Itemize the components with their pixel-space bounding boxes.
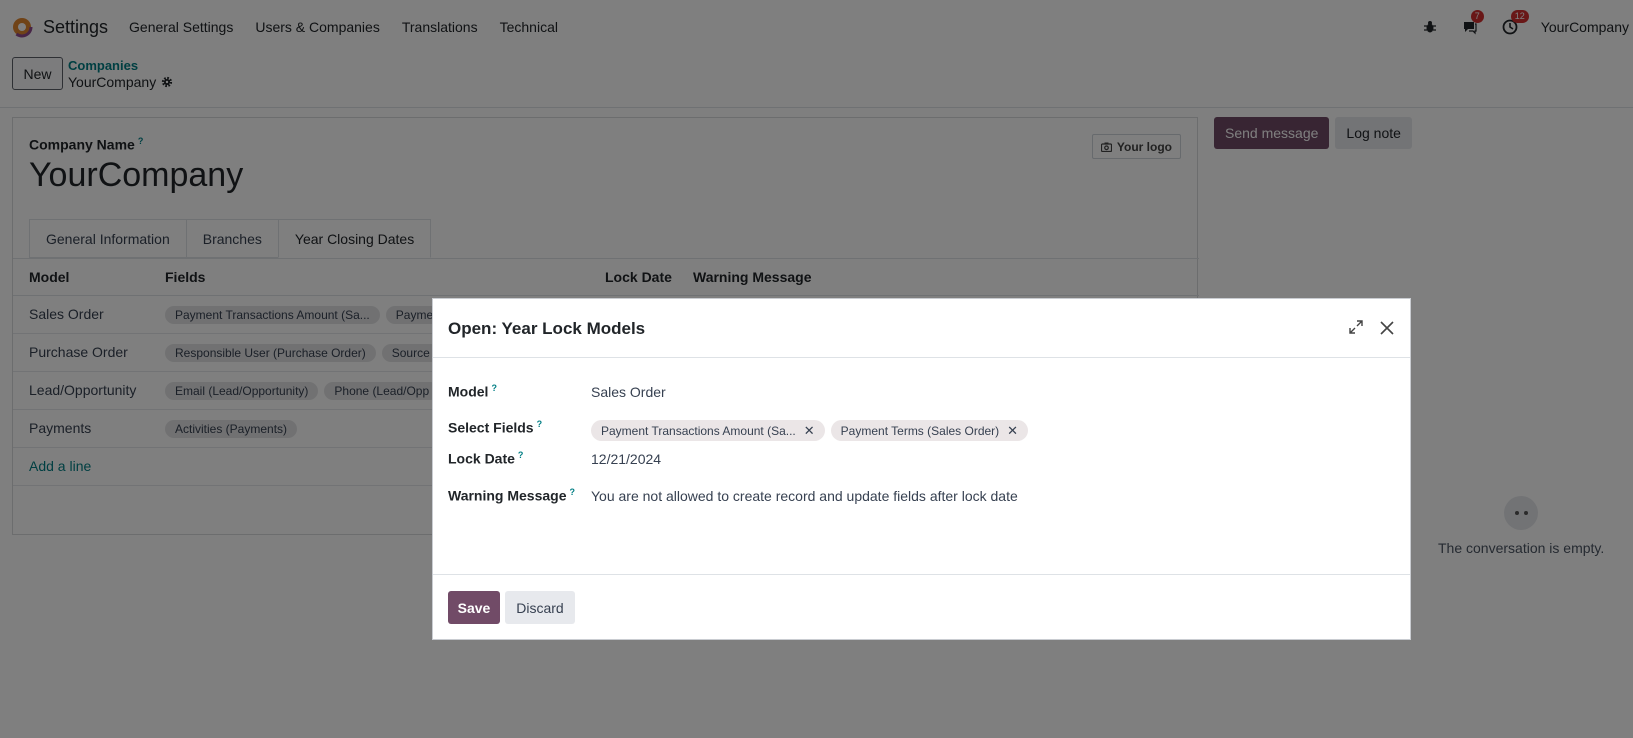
remove-tag-icon[interactable]: ✕ [804, 423, 815, 439]
discard-button[interactable]: Discard [505, 591, 575, 624]
selected-field-tag-label: Payment Terms (Sales Order) [840, 423, 1000, 438]
remove-tag-icon[interactable]: ✕ [1007, 423, 1018, 439]
help-tooltip[interactable]: ? [491, 383, 497, 393]
expand-icon [1349, 320, 1363, 334]
dialog-header: Open: Year Lock Models [433, 299, 1410, 358]
year-lock-dialog: Open: Year Lock Models Model? Sales Orde… [432, 298, 1411, 640]
dialog-title: Open: Year Lock Models [448, 319, 646, 338]
dialog-body: Model? Sales Order Select Fields? Paymen… [433, 358, 1410, 575]
selected-field-tag: Payment Transactions Amount (Sa... ✕ [591, 420, 825, 441]
expand-button[interactable] [1348, 319, 1364, 335]
warning-message-field[interactable]: You are not allowed to create record and… [591, 488, 1018, 504]
close-button[interactable] [1378, 319, 1396, 337]
help-tooltip[interactable]: ? [570, 487, 576, 497]
model-label-text: Model [448, 383, 489, 400]
model-field[interactable]: Sales Order [591, 384, 666, 400]
help-tooltip[interactable]: ? [537, 419, 543, 429]
lock-date-label: Lock Date? [448, 450, 523, 467]
select-fields-label-text: Select Fields [448, 419, 534, 436]
dialog-footer: Save Discard [433, 575, 1410, 639]
lock-date-label-text: Lock Date [448, 450, 515, 467]
select-fields-input[interactable]: Payment Transactions Amount (Sa... ✕ Pay… [591, 420, 1029, 441]
help-tooltip[interactable]: ? [518, 450, 524, 460]
close-icon [1380, 321, 1394, 335]
warning-message-label: Warning Message? [448, 487, 575, 504]
lock-date-field[interactable]: 12/21/2024 [591, 451, 661, 467]
warning-message-label-text: Warning Message [448, 487, 567, 504]
selected-field-tag: Payment Terms (Sales Order) ✕ [830, 420, 1029, 441]
save-button[interactable]: Save [448, 591, 500, 624]
model-label: Model? [448, 383, 497, 400]
selected-field-tag-label: Payment Transactions Amount (Sa... [601, 423, 796, 438]
select-fields-label: Select Fields? [448, 419, 542, 436]
